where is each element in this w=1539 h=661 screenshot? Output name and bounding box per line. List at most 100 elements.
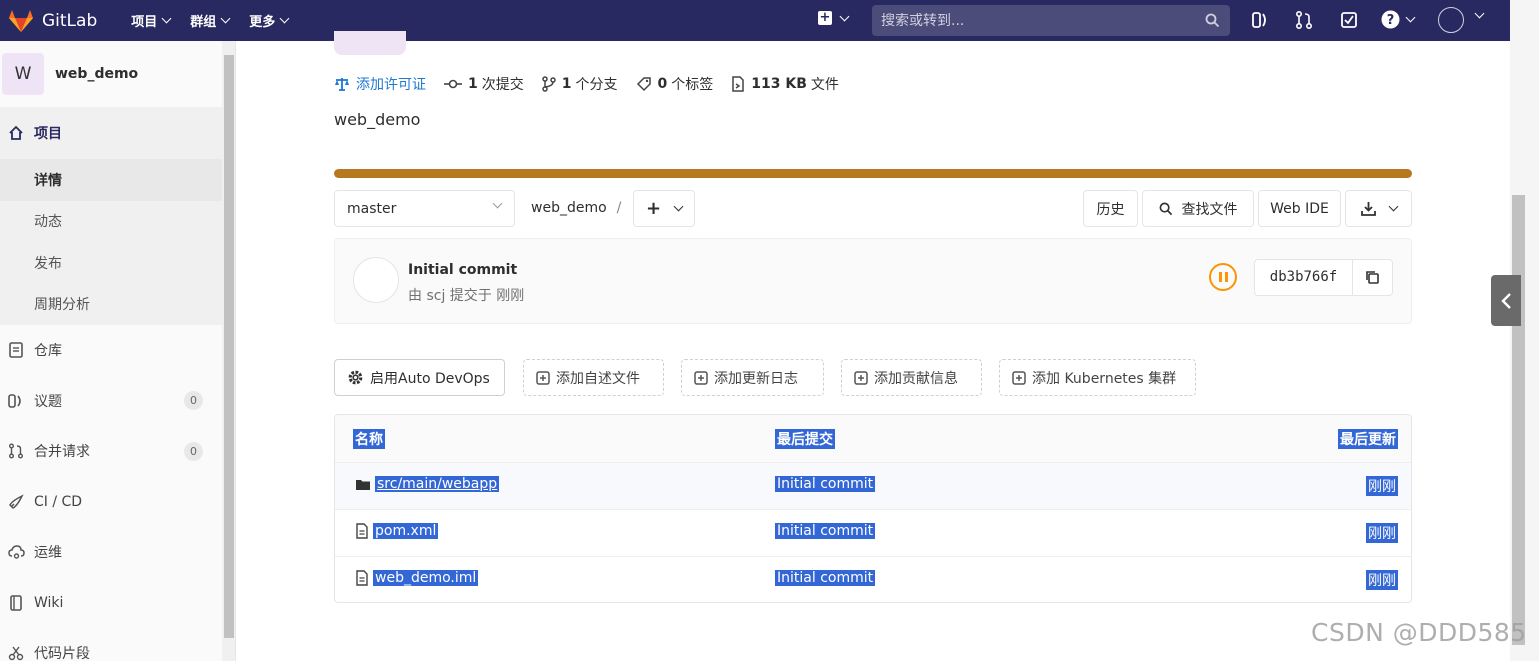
cloud-gear-icon xyxy=(7,543,25,561)
svg-text:?: ? xyxy=(1387,13,1395,28)
sidebar-item-label: 议题 xyxy=(34,393,62,410)
page-scrollbar-thumb[interactable] xyxy=(1512,195,1525,645)
nav-projects-label: 项目 xyxy=(131,15,158,30)
sidebar-project-header[interactable]: W web_demo xyxy=(0,41,235,107)
sidebar-item-label: 仓库 xyxy=(34,343,62,360)
issues-count-badge: 0 xyxy=(184,391,203,411)
merge-request-icon[interactable] xyxy=(1295,10,1313,30)
branches-label: 个分支 xyxy=(575,77,618,93)
files-size-stat[interactable]: 113 KB 文件 xyxy=(731,74,839,94)
sidebar-item-label: 运维 xyxy=(34,545,62,562)
tags-stat[interactable]: 0 个标签 xyxy=(636,74,713,94)
sidebar-sub-cycle-analytics[interactable]: 周期分析 xyxy=(0,284,222,326)
copy-sha-button[interactable] xyxy=(1353,270,1392,285)
download-icon xyxy=(1360,202,1376,216)
last-commit-cell[interactable]: Initial commit xyxy=(775,523,876,539)
chevron-down-icon xyxy=(673,201,684,212)
branch-selector[interactable]: master xyxy=(334,190,515,227)
home-icon xyxy=(7,124,25,142)
commit-sha[interactable]: db3b766f xyxy=(1255,260,1353,295)
add-kubernetes-cluster-button[interactable]: 添加 Kubernetes 集群 xyxy=(999,359,1196,396)
add-readme-button[interactable]: 添加自述文件 xyxy=(523,359,664,396)
sidebar-item-project[interactable]: 项目 xyxy=(0,107,222,159)
add-license-link[interactable]: 添加许可证 xyxy=(334,74,426,94)
collapse-panel-tab[interactable] xyxy=(1491,275,1521,326)
sidebar-item-merge-requests[interactable]: 合并请求 0 xyxy=(0,426,222,477)
rocket-icon xyxy=(7,493,25,511)
search-box[interactable] xyxy=(872,5,1230,36)
last-commit-cell[interactable]: Initial commit xyxy=(775,476,876,492)
download-dropdown[interactable] xyxy=(1345,190,1412,227)
chevron-down-icon[interactable] xyxy=(1474,8,1485,19)
sidebar-item-issues[interactable]: 议题 0 xyxy=(0,376,222,427)
file-name-link[interactable]: src/main/webapp xyxy=(375,476,500,492)
branches-stat[interactable]: 1 个分支 xyxy=(542,74,618,94)
find-file-label: 查找文件 xyxy=(1181,201,1238,218)
files-size-label: 文件 xyxy=(810,77,839,93)
chevron-down-icon xyxy=(1388,201,1398,212)
sidebar-sub-releases[interactable]: 发布 xyxy=(0,242,222,284)
sidebar-item-operations[interactable]: 运维 xyxy=(0,527,222,578)
chevron-left-icon xyxy=(1501,292,1511,309)
add-changelog-button[interactable]: 添加更新日志 xyxy=(681,359,824,396)
chevron-down-icon xyxy=(1405,12,1416,23)
add-readme-label: 添加自述文件 xyxy=(556,370,640,387)
folder-icon xyxy=(356,479,370,490)
add-kubernetes-cluster-label: 添加 Kubernetes 集群 xyxy=(1032,370,1177,387)
user-avatar[interactable] xyxy=(1438,7,1464,33)
commit-icon xyxy=(444,78,462,90)
sidebar-item-wiki[interactable]: Wiki xyxy=(0,578,222,629)
last-commit-cell[interactable]: Initial commit xyxy=(775,570,876,586)
table-row[interactable]: web_demo.iml Initial commit 刚刚 xyxy=(335,557,1411,602)
todo-icon[interactable] xyxy=(1340,10,1358,30)
new-dropdown[interactable]: + xyxy=(818,11,850,25)
nav-groups[interactable]: 群组 xyxy=(190,11,231,30)
last-update-cell: 刚刚 xyxy=(1366,523,1398,543)
file-name-link[interactable]: pom.xml xyxy=(373,523,439,539)
branch-icon xyxy=(542,76,556,92)
chevron-down-icon xyxy=(161,13,172,24)
nav-projects[interactable]: 项目 xyxy=(131,11,172,30)
tag-icon xyxy=(636,76,652,92)
pipeline-paused-icon[interactable] xyxy=(1209,263,1237,291)
add-file-dropdown[interactable]: + xyxy=(633,190,695,227)
top-navbar: GitLab 项目 群组 更多 + ? xyxy=(0,0,1510,41)
sidebar-item-snippets[interactable]: 代码片段 xyxy=(0,628,222,661)
web-ide-button[interactable]: Web IDE xyxy=(1258,190,1341,227)
table-row[interactable]: pom.xml Initial commit 刚刚 xyxy=(335,510,1411,557)
sidebar-scrollbar-thumb[interactable] xyxy=(224,55,234,638)
find-file-button[interactable]: 查找文件 xyxy=(1142,190,1254,227)
project-sidebar: W web_demo 项目 详情 动态 发布 周期分析 仓库 议题 0 合并请求… xyxy=(0,41,236,661)
help-dropdown[interactable]: ? xyxy=(1381,10,1416,29)
sidebar-item-repository[interactable]: 仓库 xyxy=(0,325,222,376)
repository-language-bar xyxy=(334,169,1412,178)
last-commit-panel: Initial commit 由 scj 提交于 刚刚 db3b766f xyxy=(334,238,1412,324)
search-input[interactable] xyxy=(881,12,1181,29)
branch-name: master xyxy=(347,200,397,217)
sidebar-item-ci-cd[interactable]: CI / CD xyxy=(0,477,222,528)
gitlab-logo[interactable]: GitLab xyxy=(8,9,97,33)
history-button[interactable]: 历史 xyxy=(1083,190,1138,227)
breadcrumb-project[interactable]: web_demo xyxy=(531,200,607,216)
plus-square-icon xyxy=(854,370,868,385)
nav-more[interactable]: 更多 xyxy=(249,11,290,30)
commits-stat[interactable]: 1 次提交 xyxy=(444,74,524,94)
sidebar-sub-details[interactable]: 详情 xyxy=(0,159,222,201)
sidebar-sub-activity[interactable]: 动态 xyxy=(0,201,222,243)
add-contributing-label: 添加贡献信息 xyxy=(874,370,958,387)
file-name-link[interactable]: web_demo.iml xyxy=(373,570,479,586)
branches-count: 1 xyxy=(561,76,572,92)
last-update-cell: 刚刚 xyxy=(1366,476,1398,496)
commit-author-avatar[interactable] xyxy=(353,257,399,303)
file-name-cell: src/main/webapp xyxy=(355,476,500,492)
issues-icon[interactable] xyxy=(1251,10,1269,30)
add-contributing-button[interactable]: 添加贡献信息 xyxy=(841,359,982,396)
table-row[interactable]: src/main/webapp Initial commit 刚刚 xyxy=(335,463,1411,510)
enable-auto-devops-button[interactable]: 启用Auto DevOps xyxy=(334,359,505,396)
merge-request-icon xyxy=(7,442,25,460)
table-header: 名称 最后提交 最后更新 xyxy=(335,415,1411,463)
file-tree-table: 名称 最后提交 最后更新 src/main/webapp Initial com… xyxy=(334,414,1412,603)
plus-square-icon xyxy=(694,370,708,385)
commit-title[interactable]: Initial commit xyxy=(408,262,517,278)
breadcrumb: web_demo / xyxy=(531,200,621,216)
